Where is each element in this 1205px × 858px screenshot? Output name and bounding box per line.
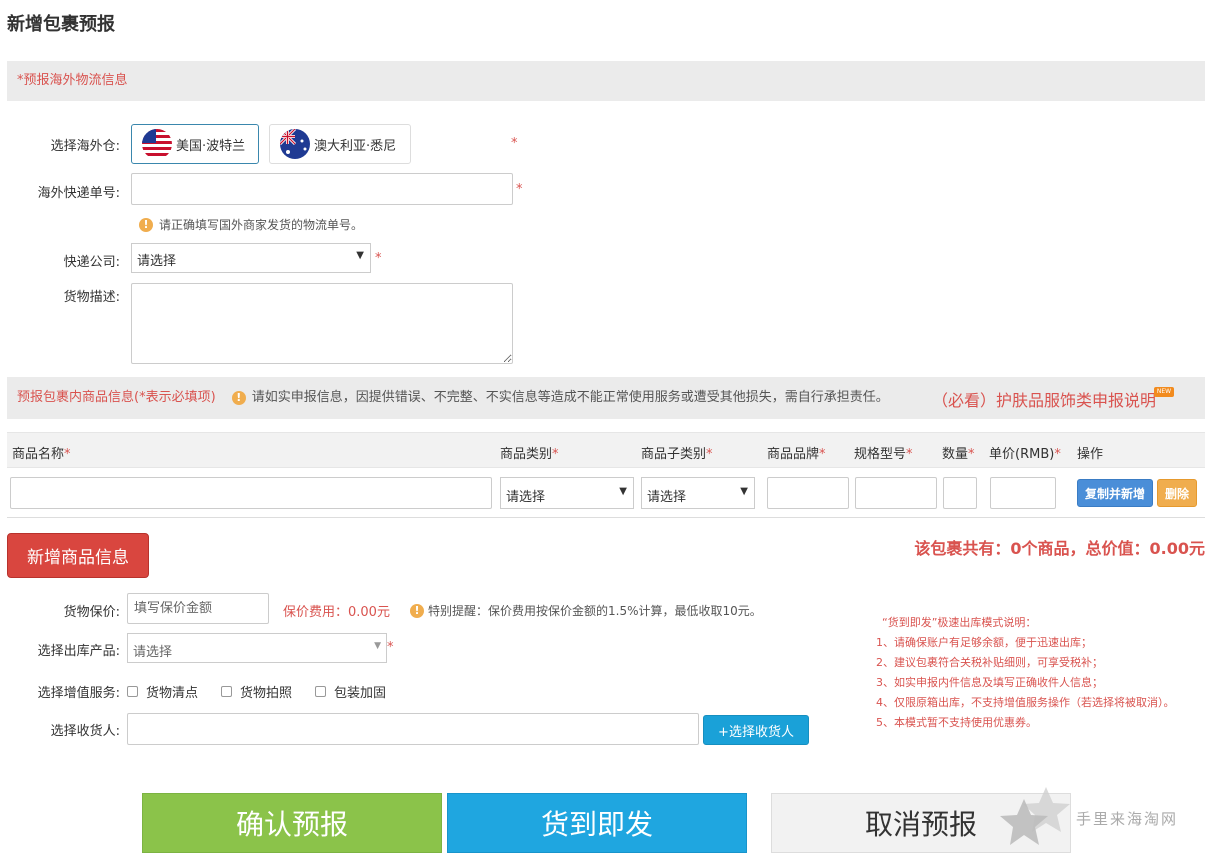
courier-select[interactable]: 请选择 ▼: [131, 243, 371, 273]
receiver-label: 选择收货人:: [50, 724, 120, 739]
warehouse-option-label: 美国·波特兰: [176, 138, 246, 154]
col-header-qty: 数量*: [942, 447, 975, 462]
express-mode-notes: “货到即发”极速出库模式说明： 1、请确保账户有足够余额，便于迅速出库； 2、建…: [860, 613, 1205, 733]
item-qty-input[interactable]: [943, 477, 977, 509]
au-flag-icon: [280, 129, 310, 159]
col-header-action: 操作: [1077, 447, 1104, 462]
chevron-down-icon: ▼: [740, 486, 748, 497]
declaration-guide-link-text: （必看）护肤品服饰类申报说明: [932, 391, 1157, 410]
service-option-count[interactable]: 货物清点: [127, 682, 198, 701]
insurance-tip-text: 特别提醒：保价费用按保价金额的1.5%计算，最低收取10元。: [428, 604, 762, 618]
chevron-down-icon: ▼: [374, 641, 381, 651]
item-name-input[interactable]: [10, 477, 492, 509]
product-select-value: 请选择: [133, 645, 173, 660]
section-header-logistics: *预报海外物流信息: [7, 61, 1205, 101]
copy-add-button[interactable]: 复制并新增: [1077, 479, 1153, 507]
notes-item: 1、请确保账户有足够余额，便于迅速出库；: [876, 636, 1092, 649]
new-badge: NEW: [1154, 387, 1175, 397]
add-item-button[interactable]: 新增商品信息: [7, 533, 149, 578]
item-price-input[interactable]: [990, 477, 1056, 509]
tracking-hint-text: 请正确填写国外商家发货的物流单号。: [159, 218, 364, 232]
chevron-down-icon: ▼: [619, 486, 627, 497]
insurance-label: 货物保价:: [63, 605, 120, 620]
notes-title: “货到即发”极速出库模式说明：: [882, 616, 1037, 629]
warehouse-option-au[interactable]: 澳大利亚·悉尼: [269, 124, 411, 164]
col-header-price: 单价(RMB)*: [989, 447, 1061, 462]
star-logo-icon: [1000, 787, 1070, 845]
services-label: 选择增值服务:: [37, 686, 120, 701]
insurance-input[interactable]: [127, 593, 269, 624]
item-subcategory-select[interactable]: 请选择 ▼: [641, 477, 755, 509]
insurance-fee: 保价费用：0.00元: [283, 605, 390, 620]
warehouse-label: 选择海外仓:: [50, 139, 120, 154]
confirm-forecast-button[interactable]: 确认预报: [142, 793, 442, 853]
required-mark: *: [511, 136, 518, 151]
service-option-reinforce[interactable]: 包装加固: [315, 682, 386, 701]
notes-item: 3、如实申报内件信息及填写正确收件人信息；: [876, 676, 1103, 689]
courier-label: 快递公司:: [63, 255, 120, 270]
insurance-tip: ! 特别提醒：保价费用按保价金额的1.5%计算，最低收取10元。: [410, 602, 762, 619]
section-items-warning-text: 请如实申报信息，因提供错误、不完整、不实信息等造成不能正常使用服务或遭受其他损失…: [251, 390, 889, 405]
item-category-value: 请选择: [506, 490, 546, 505]
service-option-label: 包装加固: [334, 686, 387, 701]
checkbox[interactable]: [127, 686, 138, 697]
chevron-down-icon: ▼: [356, 250, 364, 261]
receiver-input[interactable]: [127, 713, 699, 745]
express-ship-button[interactable]: 货到即发: [447, 793, 747, 853]
required-mark: *: [516, 182, 523, 197]
tracking-input[interactable]: [131, 173, 513, 205]
checkbox[interactable]: [315, 686, 326, 697]
notes-item: 5、本模式暂不支持使用优惠券。: [876, 716, 1037, 729]
package-summary: 该包裹共有：0个商品，总价值：0.00元: [914, 539, 1205, 558]
courier-select-value: 请选择: [137, 254, 177, 269]
items-table-header: 商品名称* 商品类别* 商品子类别* 商品品牌* 规格型号* 数量* 单价(RM…: [7, 432, 1205, 468]
warning-icon: !: [139, 217, 153, 232]
warehouse-option-us[interactable]: 美国·波特兰: [131, 124, 259, 164]
required-mark: *: [387, 640, 394, 655]
select-receiver-button[interactable]: +选择收货人: [703, 715, 809, 745]
tracking-hint: ! 请正确填写国外商家发货的物流单号。: [139, 216, 363, 233]
warehouse-option-label: 澳大利亚·悉尼: [314, 138, 397, 154]
col-header-name: 商品名称*: [12, 447, 71, 462]
required-mark: *: [375, 251, 382, 266]
watermark: 手里来海淘网: [998, 778, 1205, 858]
col-header-subcategory: 商品子类别*: [641, 447, 713, 462]
item-subcategory-value: 请选择: [647, 490, 687, 505]
col-header-spec: 规格型号*: [854, 447, 913, 462]
col-header-category: 商品类别*: [500, 447, 559, 462]
service-option-photo[interactable]: 货物拍照: [221, 682, 292, 701]
tracking-label: 海外快递单号:: [37, 186, 120, 201]
service-option-label: 货物拍照: [240, 686, 293, 701]
checkbox[interactable]: [221, 686, 232, 697]
watermark-text: 手里来海淘网: [1076, 809, 1179, 828]
table-row-divider: [7, 517, 1205, 518]
description-label: 货物描述:: [63, 290, 120, 305]
delete-button[interactable]: 删除: [1157, 479, 1197, 507]
product-select[interactable]: 请选择 ▼: [127, 633, 387, 663]
warning-icon: !: [231, 391, 246, 405]
section-items-title: 预报包裹内商品信息(*表示必填项): [17, 390, 216, 405]
col-header-brand: 商品品牌*: [767, 447, 826, 462]
warning-icon: !: [410, 603, 424, 618]
declaration-guide-link[interactable]: （必看）护肤品服饰类申报说明NEW: [932, 387, 1175, 411]
product-label: 选择出库产品:: [37, 644, 120, 659]
item-category-select[interactable]: 请选择 ▼: [500, 477, 634, 509]
us-flag-icon: [142, 129, 172, 159]
item-brand-input[interactable]: [767, 477, 849, 509]
item-spec-input[interactable]: [855, 477, 937, 509]
page-title: 新增包裹预报: [7, 14, 115, 35]
description-textarea[interactable]: [131, 283, 513, 364]
service-option-label: 货物清点: [146, 686, 199, 701]
notes-item: 2、建议包裹符合关税补贴细则，可享受税补；: [876, 656, 1103, 669]
section-items-warning: ! 请如实申报信息，因提供错误、不完整、不实信息等造成不能正常使用服务或遭受其他…: [231, 377, 889, 419]
notes-item: 4、仅限原箱出库，不支持增值服务操作（若选择将被取消）。: [876, 696, 1175, 709]
